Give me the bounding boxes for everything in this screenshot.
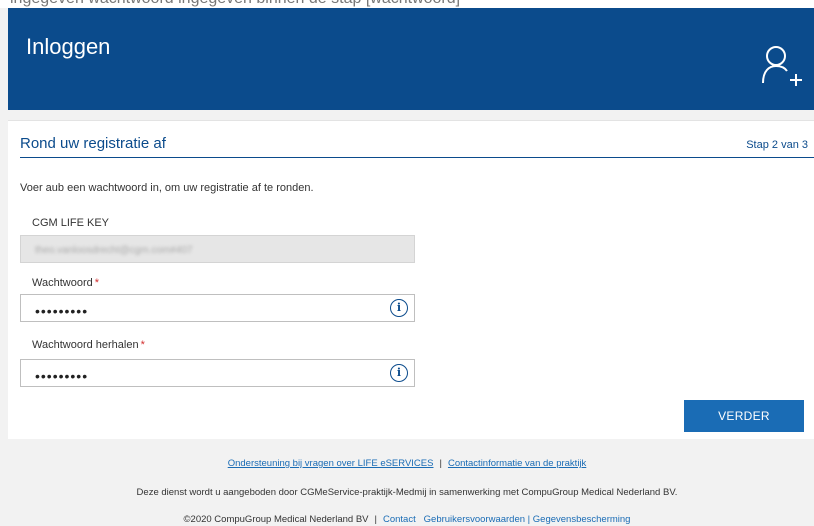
contact-practice-link[interactable]: Contactinformatie van de praktijk (448, 458, 586, 469)
title-divider (20, 157, 814, 158)
footer-copyright-row: ©2020 CompuGroup Medical Nederland BV | Co… (0, 514, 814, 525)
password-info-icon[interactable]: i (390, 299, 408, 317)
contact-link[interactable]: Contact (383, 514, 416, 525)
page-title: Inloggen (26, 34, 111, 59)
footer-separator: | (439, 458, 442, 469)
intro-text: Voer aub een wachtwoord in, om uw regist… (20, 182, 314, 194)
password-value: ••••••••• (35, 303, 89, 319)
life-key-field: theo.vanloosdrecht@cgm.com#407 (20, 235, 415, 263)
password-repeat-value: ••••••••• (35, 368, 89, 384)
password-repeat-info-icon[interactable]: i (390, 364, 408, 382)
password-repeat-label-text: Wachtwoord herhalen (32, 339, 139, 351)
registration-card: Rond uw registratie af Stap 2 van 3 Voer… (8, 120, 814, 439)
card-title: Rond uw registratie af (20, 135, 166, 152)
life-key-label: CGM LIFE KEY (32, 217, 110, 229)
terms-link[interactable]: Gebruikersvoorwaarden | Gegevensbescherm… (424, 514, 631, 525)
password-label: Wachtwoord * (32, 277, 99, 289)
required-mark: * (94, 277, 100, 289)
header-bar: Inloggen (8, 8, 814, 110)
top-strip: ingegeven wachtwoord ingegeven binnen de… (0, 0, 814, 8)
support-link[interactable]: Ondersteuning bij vragen over LIFE eSERV… (228, 458, 434, 469)
password-repeat-label: Wachtwoord herhalen * (32, 339, 145, 351)
password-field[interactable]: ••••••••• i (20, 294, 415, 322)
password-repeat-field[interactable]: ••••••••• i (20, 359, 415, 387)
password-label-text: Wachtwoord (32, 277, 93, 289)
top-strip-text: ingegeven wachtwoord ingegeven binnen de… (10, 0, 460, 8)
add-user-icon[interactable] (760, 43, 804, 87)
footer-links: Ondersteuning bij vragen over LIFE eSERV… (0, 458, 814, 469)
step-indicator: Stap 2 van 3 (746, 139, 808, 151)
life-key-value: theo.vanloosdrecht@cgm.com#407 (35, 245, 193, 256)
required-mark: * (140, 339, 145, 351)
footer-separator: | (374, 514, 377, 525)
service-text: Deze dienst wordt u aangeboden door CGMe… (136, 487, 678, 498)
next-button[interactable]: VERDER (684, 400, 804, 432)
copyright-text: ©2020 CompuGroup Medical Nederland BV (183, 514, 369, 525)
